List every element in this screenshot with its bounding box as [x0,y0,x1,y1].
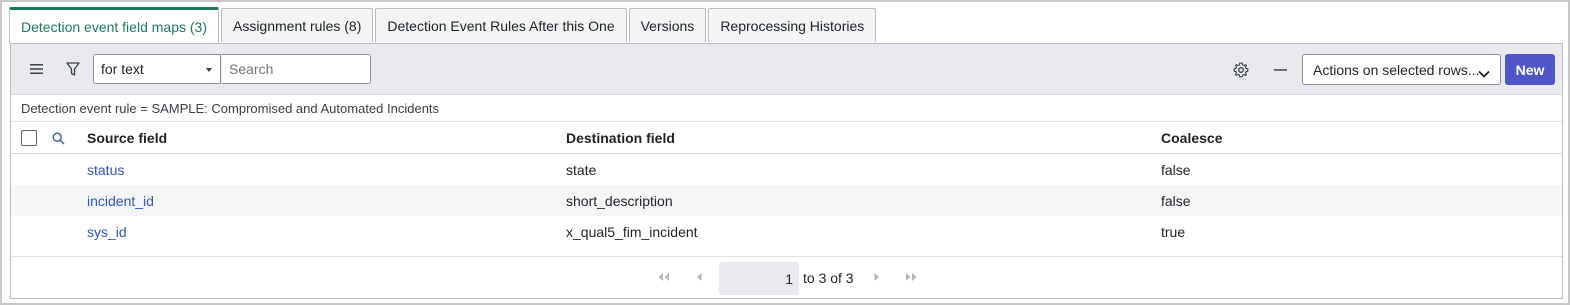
search-field-select[interactable]: for text [93,54,221,84]
chevron-down-icon [1478,65,1490,81]
breadcrumb-condition[interactable]: Detection event rule = SAMPLE: Compromis… [21,101,439,116]
actions-on-selected-rows-select[interactable]: Actions on selected rows... [1302,54,1501,85]
gear-icon[interactable] [1230,59,1252,81]
caret-down-icon [206,68,212,72]
pagination-bar: 1 to 3 of 3 [11,256,1562,299]
header-source-field[interactable]: Source field [87,123,167,153]
hamburger-menu-icon[interactable] [27,59,47,79]
destination-field-cell: x_qual5_fim_incident [566,223,698,240]
breadcrumb[interactable]: Detection event rule = SAMPLE: Compromis… [11,95,1562,122]
page-number-input[interactable]: 1 [719,262,799,295]
tab-reprocessing-histories[interactable]: Reprocessing Histories [708,8,877,42]
related-list-tabs: Detection event field maps (3) Assignmen… [9,7,878,44]
list-toolbar: for text Actions on selected rows... New [11,44,1562,95]
first-page-icon[interactable] [656,271,670,285]
source-field-link[interactable]: incident_id [87,185,154,216]
tab-detection-event-field-maps[interactable]: Detection event field maps (3) [9,7,219,43]
current-page-value: 1 [785,270,793,287]
list-panel: for text Actions on selected rows... New… [10,43,1563,299]
tab-assignment-rules[interactable]: Assignment rules (8) [220,8,374,42]
search-input[interactable] [222,54,371,84]
table-row: status state false [11,154,1562,185]
minus-icon[interactable] [1270,59,1292,81]
tab-detection-event-rules-after[interactable]: Detection Event Rules After this One [375,8,627,42]
coalesce-cell: false [1161,161,1191,178]
coalesce-cell: true [1161,223,1186,240]
search-field-select-value: for text [101,61,144,77]
destination-field-cell: short_description [566,192,673,209]
column-search-icon[interactable] [52,123,65,153]
source-field-link[interactable]: sys_id [87,216,127,247]
coalesce-cell: false [1161,192,1191,209]
funnel-icon[interactable] [63,59,83,79]
table-row: sys_id x_qual5_fim_incident true [11,216,1562,247]
header-coalesce[interactable]: Coalesce [1161,123,1222,153]
actions-select-value: Actions on selected rows... [1313,61,1480,78]
previous-page-icon[interactable] [695,271,703,285]
select-all-checkbox[interactable] [21,130,37,146]
table-row: incident_id short_description false [11,185,1562,216]
header-destination-field[interactable]: Destination field [566,123,675,153]
related-lists-frame: Detection event field maps (3) Assignmen… [0,0,1570,305]
source-field-link[interactable]: status [87,154,124,185]
page-range-text: to 3 of 3 [803,270,854,286]
tab-versions[interactable]: Versions [628,8,707,42]
new-button[interactable]: New [1505,54,1555,85]
destination-field-cell: state [566,161,597,178]
table-header: Source field Destination field Coalesce [11,123,1562,154]
last-page-icon[interactable] [905,271,919,285]
next-page-icon[interactable] [873,271,881,285]
